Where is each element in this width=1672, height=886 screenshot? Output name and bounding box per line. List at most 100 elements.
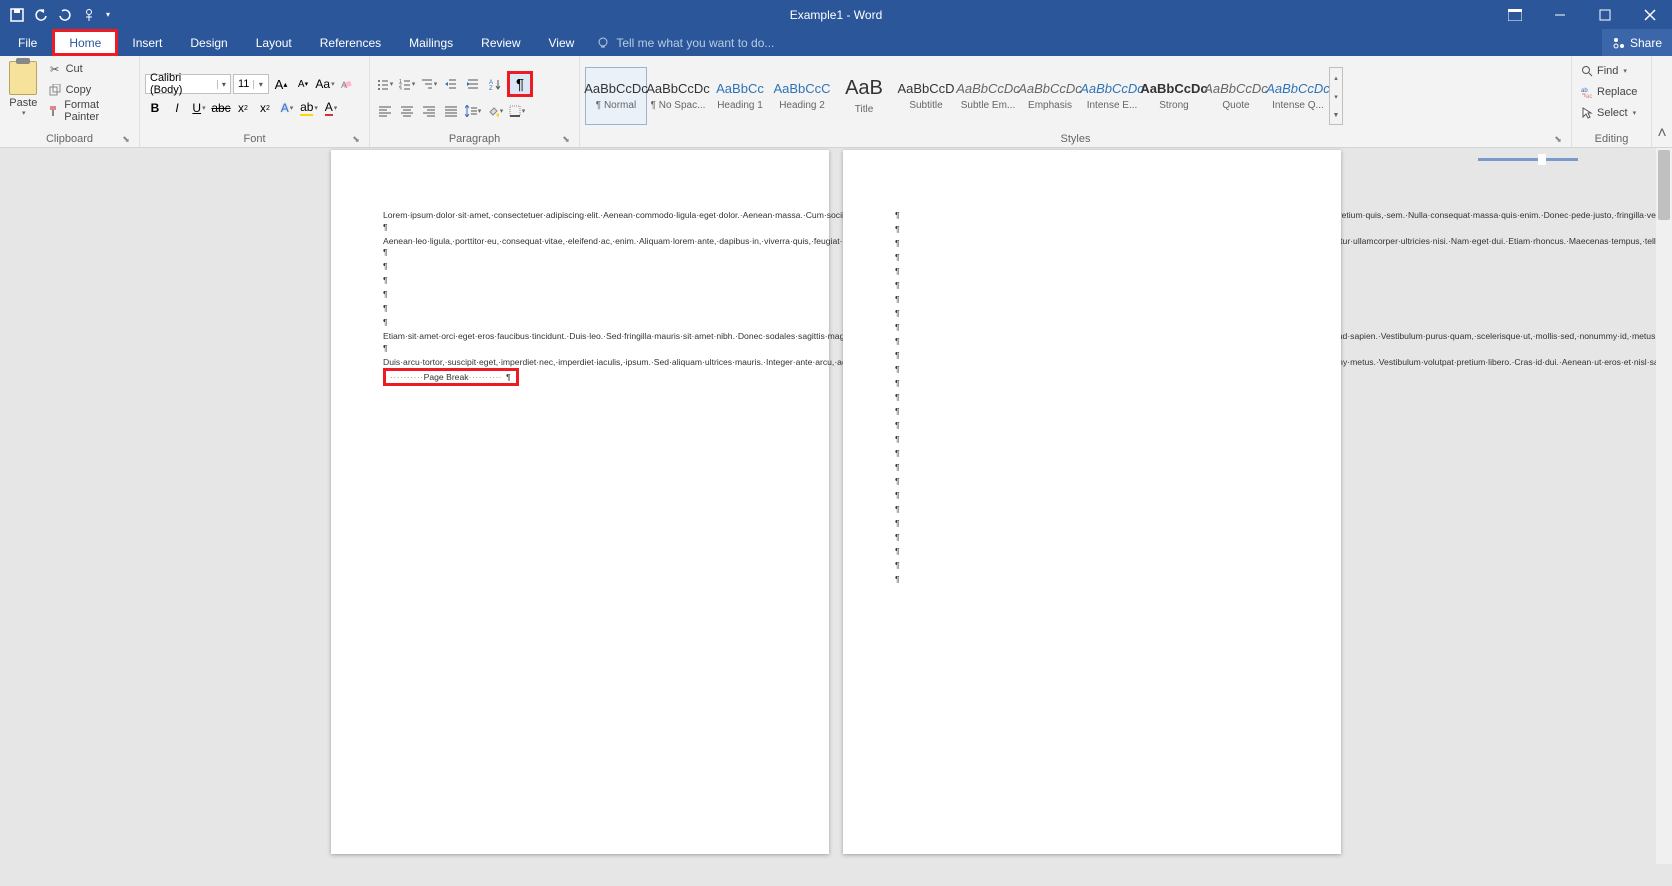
body-paragraph: Etiam·sit·amet·orci·eget·eros·faucibus·t… xyxy=(383,331,777,343)
style-tile--no-spac-[interactable]: AaBbCcDc¶ No Spac... xyxy=(647,67,709,125)
highlight-color-button[interactable]: ab▾ xyxy=(299,98,319,118)
align-center-icon xyxy=(401,105,413,117)
paragraph-dialog-launcher[interactable]: ⬊ xyxy=(560,134,572,146)
styles-more-button[interactable]: ▴▾▼ xyxy=(1329,67,1343,125)
italic-button[interactable]: I xyxy=(167,98,187,118)
save-button[interactable] xyxy=(6,4,28,26)
document-area: Lorem·ipsum·dolor·sit·amet,·consectetuer… xyxy=(0,148,1672,864)
lightbulb-icon xyxy=(596,36,610,50)
paragraph-mark: ¶ xyxy=(895,210,1289,224)
share-button[interactable]: Share xyxy=(1602,29,1672,56)
group-styles-label: Styles⬊ xyxy=(585,133,1566,147)
ribbon-display-button[interactable] xyxy=(1492,0,1537,29)
shading-button[interactable]: ▾ xyxy=(485,101,505,121)
numbering-button[interactable]: 123▾ xyxy=(397,74,417,94)
font-name-combo[interactable]: Calibri (Body)▾ xyxy=(145,74,231,94)
grow-font-button[interactable]: A▴ xyxy=(271,74,291,94)
increase-indent-button[interactable] xyxy=(463,74,483,94)
select-button[interactable]: Select▾ xyxy=(1577,103,1641,123)
clear-formatting-button[interactable]: A xyxy=(337,74,357,94)
style-tile-title[interactable]: AaBTitle xyxy=(833,67,895,125)
line-spacing-button[interactable]: ▾ xyxy=(463,101,483,121)
subscript-button[interactable]: x2 xyxy=(233,98,253,118)
style-tile-subtle-em-[interactable]: AaBbCcDc Subtle Em... xyxy=(957,67,1019,125)
align-center-button[interactable] xyxy=(397,101,417,121)
font-size-combo[interactable]: 11▾ xyxy=(233,74,269,94)
tab-layout[interactable]: Layout xyxy=(242,29,306,56)
style-tile-subtitle[interactable]: AaBbCcDSubtitle xyxy=(895,67,957,125)
zoom-slider[interactable] xyxy=(1478,158,1578,161)
shrink-font-button[interactable]: A▾ xyxy=(293,74,313,94)
style-tile-emphasis[interactable]: AaBbCcDcEmphasis xyxy=(1019,67,1081,125)
cursor-icon xyxy=(1581,107,1593,119)
tell-me-search[interactable]: Tell me what you want to do... xyxy=(596,29,774,56)
tab-references[interactable]: References xyxy=(306,29,395,56)
text-effects-button[interactable]: A▾ xyxy=(277,98,297,118)
align-right-button[interactable] xyxy=(419,101,439,121)
borders-button[interactable]: ▾ xyxy=(507,101,527,121)
paste-button[interactable]: Paste ▾ xyxy=(5,59,42,133)
minimize-button[interactable] xyxy=(1537,0,1582,29)
scrollbar-thumb[interactable] xyxy=(1658,150,1670,220)
style-name: Subtle Em... xyxy=(961,100,1015,111)
tab-file[interactable]: File xyxy=(4,29,52,56)
group-paragraph: ▾ 123▾ ▾ AZ ¶ ▾ ▾ ▾ P xyxy=(370,56,580,147)
style-tile-quote[interactable]: AaBbCcDcQuote xyxy=(1205,67,1267,125)
paragraph-mark: ¶ xyxy=(895,434,1289,448)
style-sample: AaBbCcDc xyxy=(1018,81,1082,96)
page-1[interactable]: Lorem·ipsum·dolor·sit·amet,·consectetuer… xyxy=(331,150,829,854)
paragraph-mark: ¶ xyxy=(383,289,777,303)
style-tile--normal[interactable]: AaBbCcDc¶ Normal xyxy=(585,67,647,125)
maximize-button[interactable] xyxy=(1582,0,1627,29)
undo-button[interactable] xyxy=(30,4,52,26)
strikethrough-button[interactable]: abc xyxy=(211,98,231,118)
font-color-button[interactable]: A▾ xyxy=(321,98,341,118)
tab-insert[interactable]: Insert xyxy=(118,29,176,56)
show-hide-marks-button[interactable]: ¶ xyxy=(507,71,533,97)
vertical-scrollbar[interactable] xyxy=(1656,148,1672,864)
style-tile-heading-2[interactable]: AaBbCcCHeading 2 xyxy=(771,67,833,125)
body-paragraph: Duis·arcu·tortor,·suscipit·eget,·imperdi… xyxy=(383,357,777,369)
touch-mode-button[interactable] xyxy=(78,4,100,26)
find-button[interactable]: Find▾ xyxy=(1577,61,1641,81)
change-case-button[interactable]: Aa▾ xyxy=(315,74,335,94)
style-tile-intense-q-[interactable]: AaBbCcDc Intense Q... xyxy=(1267,67,1329,125)
copy-button[interactable]: Copy xyxy=(44,80,134,100)
underline-button[interactable]: U▾ xyxy=(189,98,209,118)
paragraph-mark: ¶ xyxy=(895,336,1289,350)
group-font: Calibri (Body)▾ 11▾ A▴ A▾ Aa▾ A B I U▾ a… xyxy=(140,56,370,147)
tab-design[interactable]: Design xyxy=(176,29,241,56)
style-sample: AaBbCcDc xyxy=(1266,81,1330,96)
multilevel-list-button[interactable]: ▾ xyxy=(419,74,439,94)
align-left-button[interactable] xyxy=(375,101,395,121)
tab-mailings[interactable]: Mailings xyxy=(395,29,467,56)
clipboard-dialog-launcher[interactable]: ⬊ xyxy=(120,134,132,146)
paragraph-mark: ¶ xyxy=(383,275,777,289)
format-painter-button[interactable]: Format Painter xyxy=(44,101,134,121)
zoom-slider-thumb[interactable] xyxy=(1538,154,1546,165)
style-tile-heading-1[interactable]: AaBbCcHeading 1 xyxy=(709,67,771,125)
cut-button[interactable]: ✂Cut xyxy=(44,59,134,79)
close-button[interactable] xyxy=(1627,0,1672,29)
superscript-button[interactable]: x2 xyxy=(255,98,275,118)
collapse-ribbon-button[interactable]: ˄ xyxy=(1652,56,1672,147)
redo-button[interactable] xyxy=(54,4,76,26)
page-2[interactable]: ¶ ¶ ¶ ¶ ¶ ¶ ¶ ¶ ¶ ¶ ¶ ¶ ¶ ¶ ¶ ¶ ¶ ¶ ¶ ¶ … xyxy=(843,150,1341,854)
replace-button[interactable]: abacReplace xyxy=(1577,82,1641,102)
font-dialog-launcher[interactable]: ⬊ xyxy=(350,134,362,146)
bold-button[interactable]: B xyxy=(145,98,165,118)
sort-button[interactable]: AZ xyxy=(485,74,505,94)
tab-home[interactable]: Home xyxy=(55,32,115,53)
tab-view[interactable]: View xyxy=(535,29,589,56)
style-name: Intense Q... xyxy=(1272,100,1324,111)
eraser-icon: A xyxy=(340,77,354,91)
decrease-indent-button[interactable] xyxy=(441,74,461,94)
bullets-button[interactable]: ▾ xyxy=(375,74,395,94)
styles-dialog-launcher[interactable]: ⬊ xyxy=(1552,134,1564,146)
justify-button[interactable] xyxy=(441,101,461,121)
qat-customize-button[interactable]: ▾ xyxy=(102,4,114,26)
style-tile-strong[interactable]: AaBbCcDcStrong xyxy=(1143,67,1205,125)
style-sample: AaBbCcDc xyxy=(956,81,1020,96)
tab-review[interactable]: Review xyxy=(467,29,534,56)
style-tile-intense-e-[interactable]: AaBbCcDcIntense E... xyxy=(1081,67,1143,125)
